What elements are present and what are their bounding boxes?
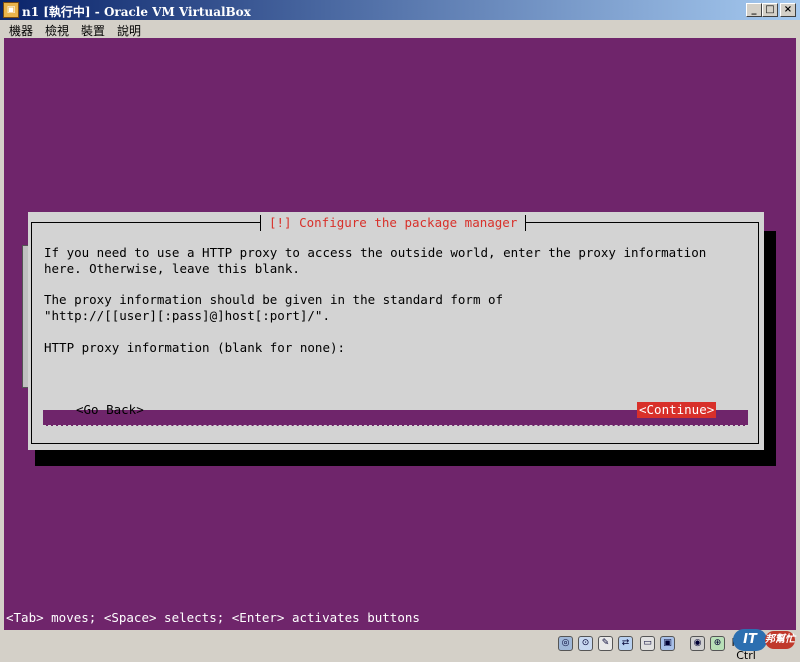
maximize-button[interactable]: □ xyxy=(762,3,778,17)
status-bar: ◎ ⊙ ✎ ⇄ ▭ ▣ ◉ ⊕ Right Ctrl xyxy=(0,630,800,662)
virtualbox-icon[interactable]: ▣ xyxy=(3,2,19,18)
watermark-text: 邦幫忙 xyxy=(765,631,795,649)
window-title: n1 [執行中] - Oracle VM VirtualBox xyxy=(22,5,251,19)
watermark-it: IT xyxy=(733,629,767,651)
ithome-watermark-logo: IT 邦幫忙 xyxy=(733,623,797,655)
video-capture-icon[interactable]: ◉ xyxy=(690,636,705,651)
go-back-button[interactable]: <Go Back> xyxy=(76,402,144,418)
close-button[interactable]: × xyxy=(780,3,796,17)
network-icon[interactable]: ⇄ xyxy=(618,636,633,651)
title-bar[interactable]: ▣ n1 [執行中] - Oracle VM VirtualBox _ □ × xyxy=(0,0,800,20)
proxy-field-label: HTTP proxy information (blank for none): xyxy=(44,340,346,355)
mouse-integration-icon[interactable]: ⊕ xyxy=(710,636,725,651)
vm-screen[interactable]: [!] Configure the package manager If you… xyxy=(4,38,796,630)
dialog-text-line: The proxy information should be given in… xyxy=(44,292,504,307)
menu-devices[interactable]: 裝置 xyxy=(81,22,105,39)
menu-help[interactable]: 說明 xyxy=(117,22,141,39)
usb-icon[interactable]: ✎ xyxy=(598,636,613,651)
shared-folder-icon[interactable]: ▭ xyxy=(640,636,655,651)
menu-bar: 機器 檢視 裝置 說明 xyxy=(0,20,800,38)
dialog-text-line: here. Otherwise, leave this blank. xyxy=(44,261,300,276)
continue-button[interactable]: <Continue> xyxy=(637,402,717,418)
menu-view[interactable]: 檢視 xyxy=(45,22,69,39)
menu-machine[interactable]: 機器 xyxy=(9,22,33,39)
dialog-text-line: "http://[[user][:pass]@]host[:port]/". xyxy=(44,308,330,323)
display-icon[interactable]: ▣ xyxy=(660,636,675,651)
optical-drive-icon[interactable]: ⊙ xyxy=(578,636,593,651)
dialog-title: [!] Configure the package manager xyxy=(260,215,527,231)
hard-disk-icon[interactable]: ◎ xyxy=(558,636,573,651)
dialog-text-line: If you need to use a HTTP proxy to acces… xyxy=(44,245,707,260)
help-line: <Tab> moves; <Space> selects; <Enter> ac… xyxy=(6,610,420,625)
minimize-button[interactable]: _ xyxy=(746,3,762,17)
